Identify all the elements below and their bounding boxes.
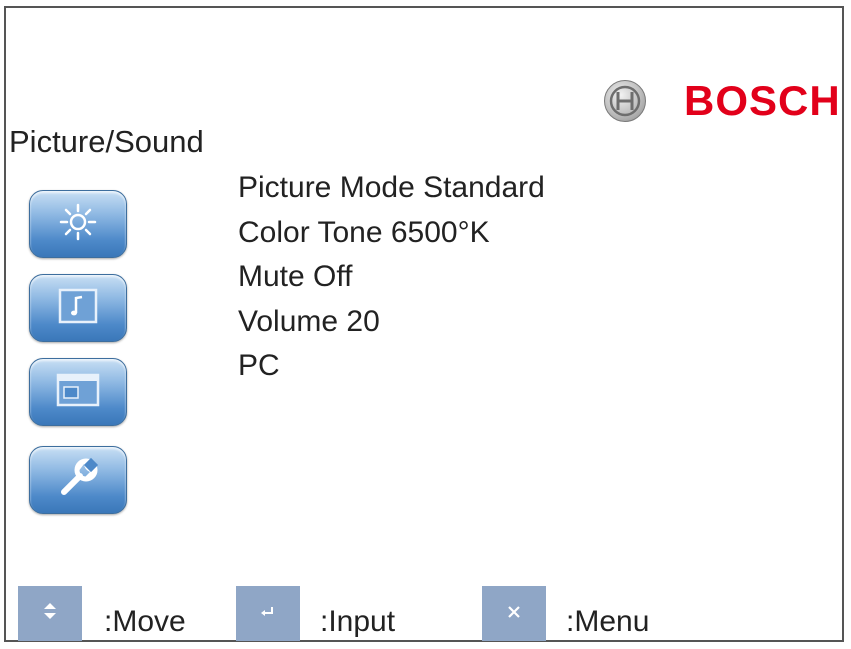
- picture-category-button[interactable]: [29, 190, 127, 258]
- picture-icon: [58, 202, 98, 247]
- menu-item-volume[interactable]: Volume 20: [238, 304, 380, 340]
- close-icon: [507, 603, 521, 624]
- menu-item-mute[interactable]: Mute Off: [238, 259, 353, 295]
- sound-category-button[interactable]: [29, 274, 127, 342]
- menu-key: [482, 586, 546, 641]
- move-key-label: :Move: [104, 605, 186, 638]
- bosch-logo: BOSCH: [604, 78, 841, 124]
- menu-key-label: :Menu: [566, 605, 650, 638]
- page-title: Picture/Sound: [9, 124, 204, 159]
- sound-icon: [56, 286, 100, 331]
- up-down-arrows-icon: [42, 602, 58, 625]
- wrench-icon: [56, 456, 100, 505]
- display-category-button[interactable]: [29, 358, 127, 426]
- bosch-armature-icon: [604, 80, 646, 122]
- menu-item-color-tone[interactable]: Color Tone 6500°K: [238, 215, 490, 251]
- enter-icon: [260, 603, 276, 624]
- settings-category-button[interactable]: [29, 446, 127, 514]
- input-key-label: :Input: [320, 605, 396, 638]
- menu-item-pc[interactable]: PC: [238, 348, 280, 384]
- move-key: [18, 586, 82, 641]
- brand-name: BOSCH: [684, 77, 841, 124]
- menu-item-picture-mode[interactable]: Picture Mode Standard: [238, 170, 545, 206]
- display-icon: [54, 370, 102, 415]
- input-key: [236, 586, 300, 641]
